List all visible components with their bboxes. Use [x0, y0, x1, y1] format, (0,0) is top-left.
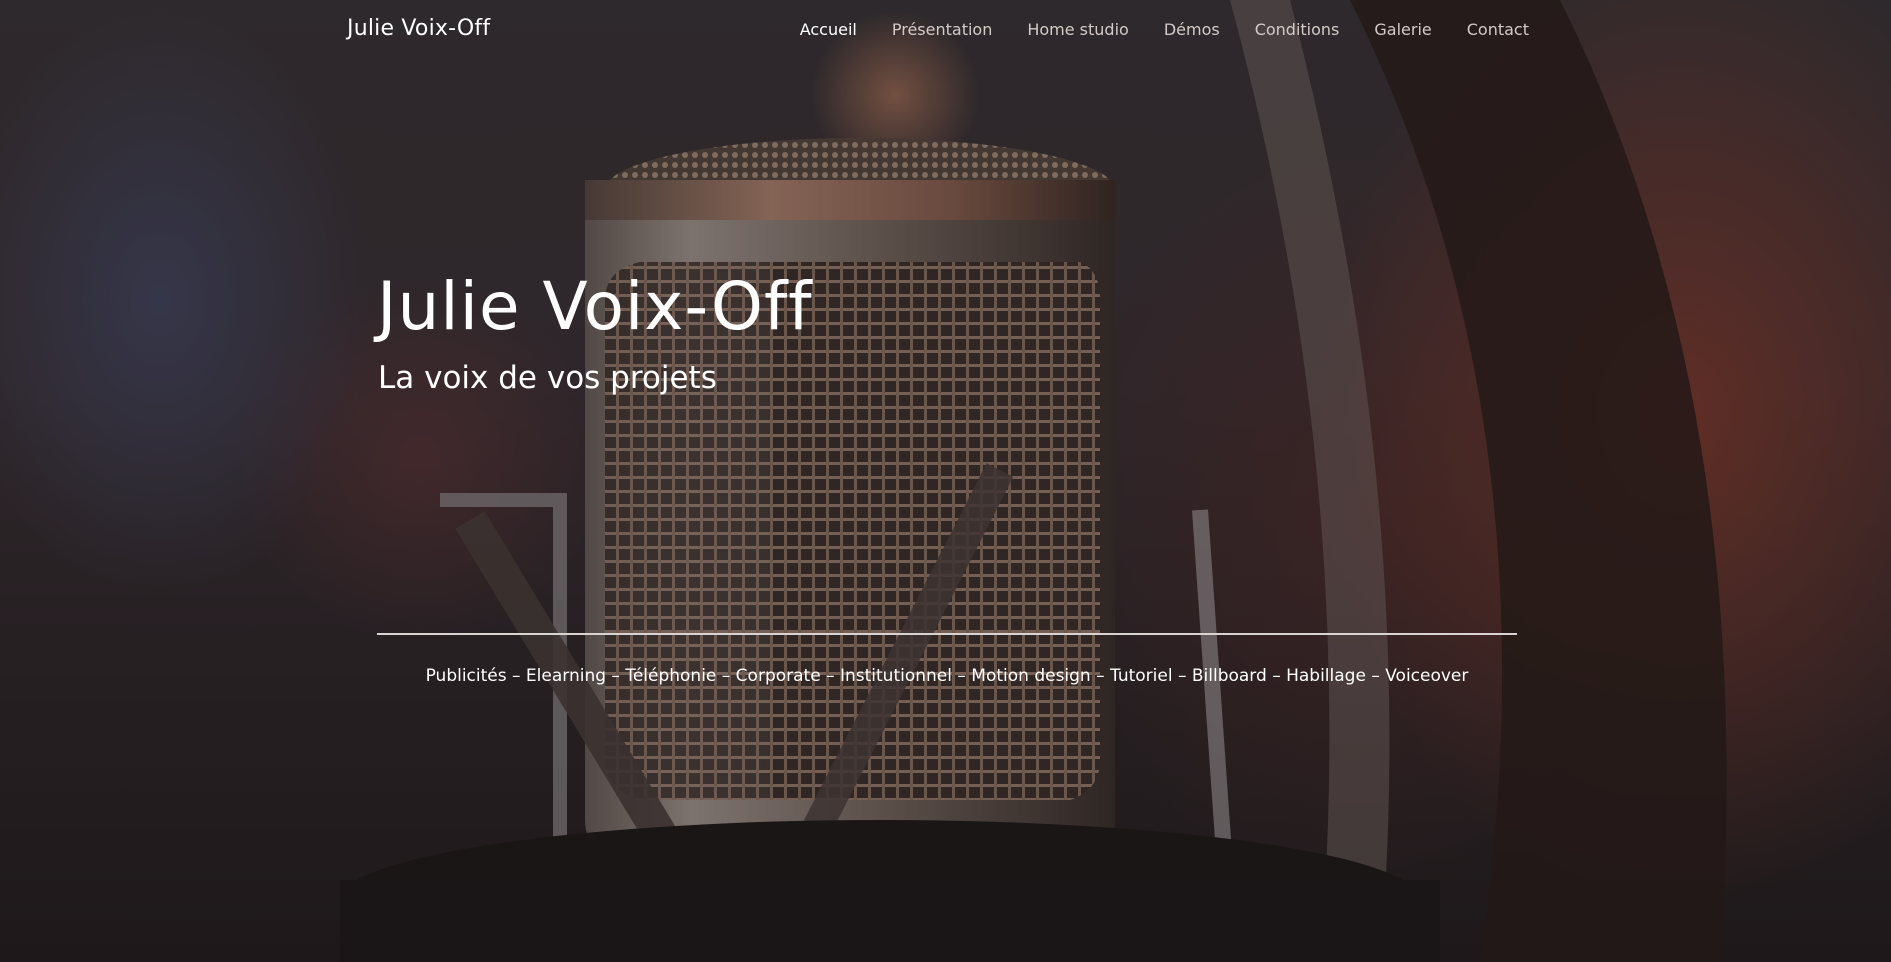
nav-item-demos[interactable]: Démos	[1164, 20, 1220, 39]
site-logo[interactable]: Julie Voix-Off	[347, 16, 490, 41]
nav-item-home-studio[interactable]: Home studio	[1027, 20, 1128, 39]
hero-subtitle: La voix de vos projets	[378, 360, 717, 396]
services-list: Publicités – Elearning – Téléphonie – Co…	[425, 666, 1469, 686]
hero-title: Julie Voix-Off	[377, 268, 813, 345]
page: Julie Voix-Off Accueil Présentation Home…	[0, 0, 1891, 962]
site-header: Julie Voix-Off Accueil Présentation Home…	[0, 0, 1891, 62]
nav-item-accueil[interactable]: Accueil	[800, 20, 857, 39]
nav-item-presentation[interactable]: Présentation	[892, 20, 992, 39]
nav-item-conditions[interactable]: Conditions	[1255, 20, 1340, 39]
nav-item-contact[interactable]: Contact	[1467, 20, 1529, 39]
nav-item-galerie[interactable]: Galerie	[1374, 20, 1431, 39]
main-nav: Accueil Présentation Home studio Démos C…	[765, 20, 1529, 39]
hero-divider	[377, 633, 1517, 635]
background-overlay	[0, 0, 1891, 962]
